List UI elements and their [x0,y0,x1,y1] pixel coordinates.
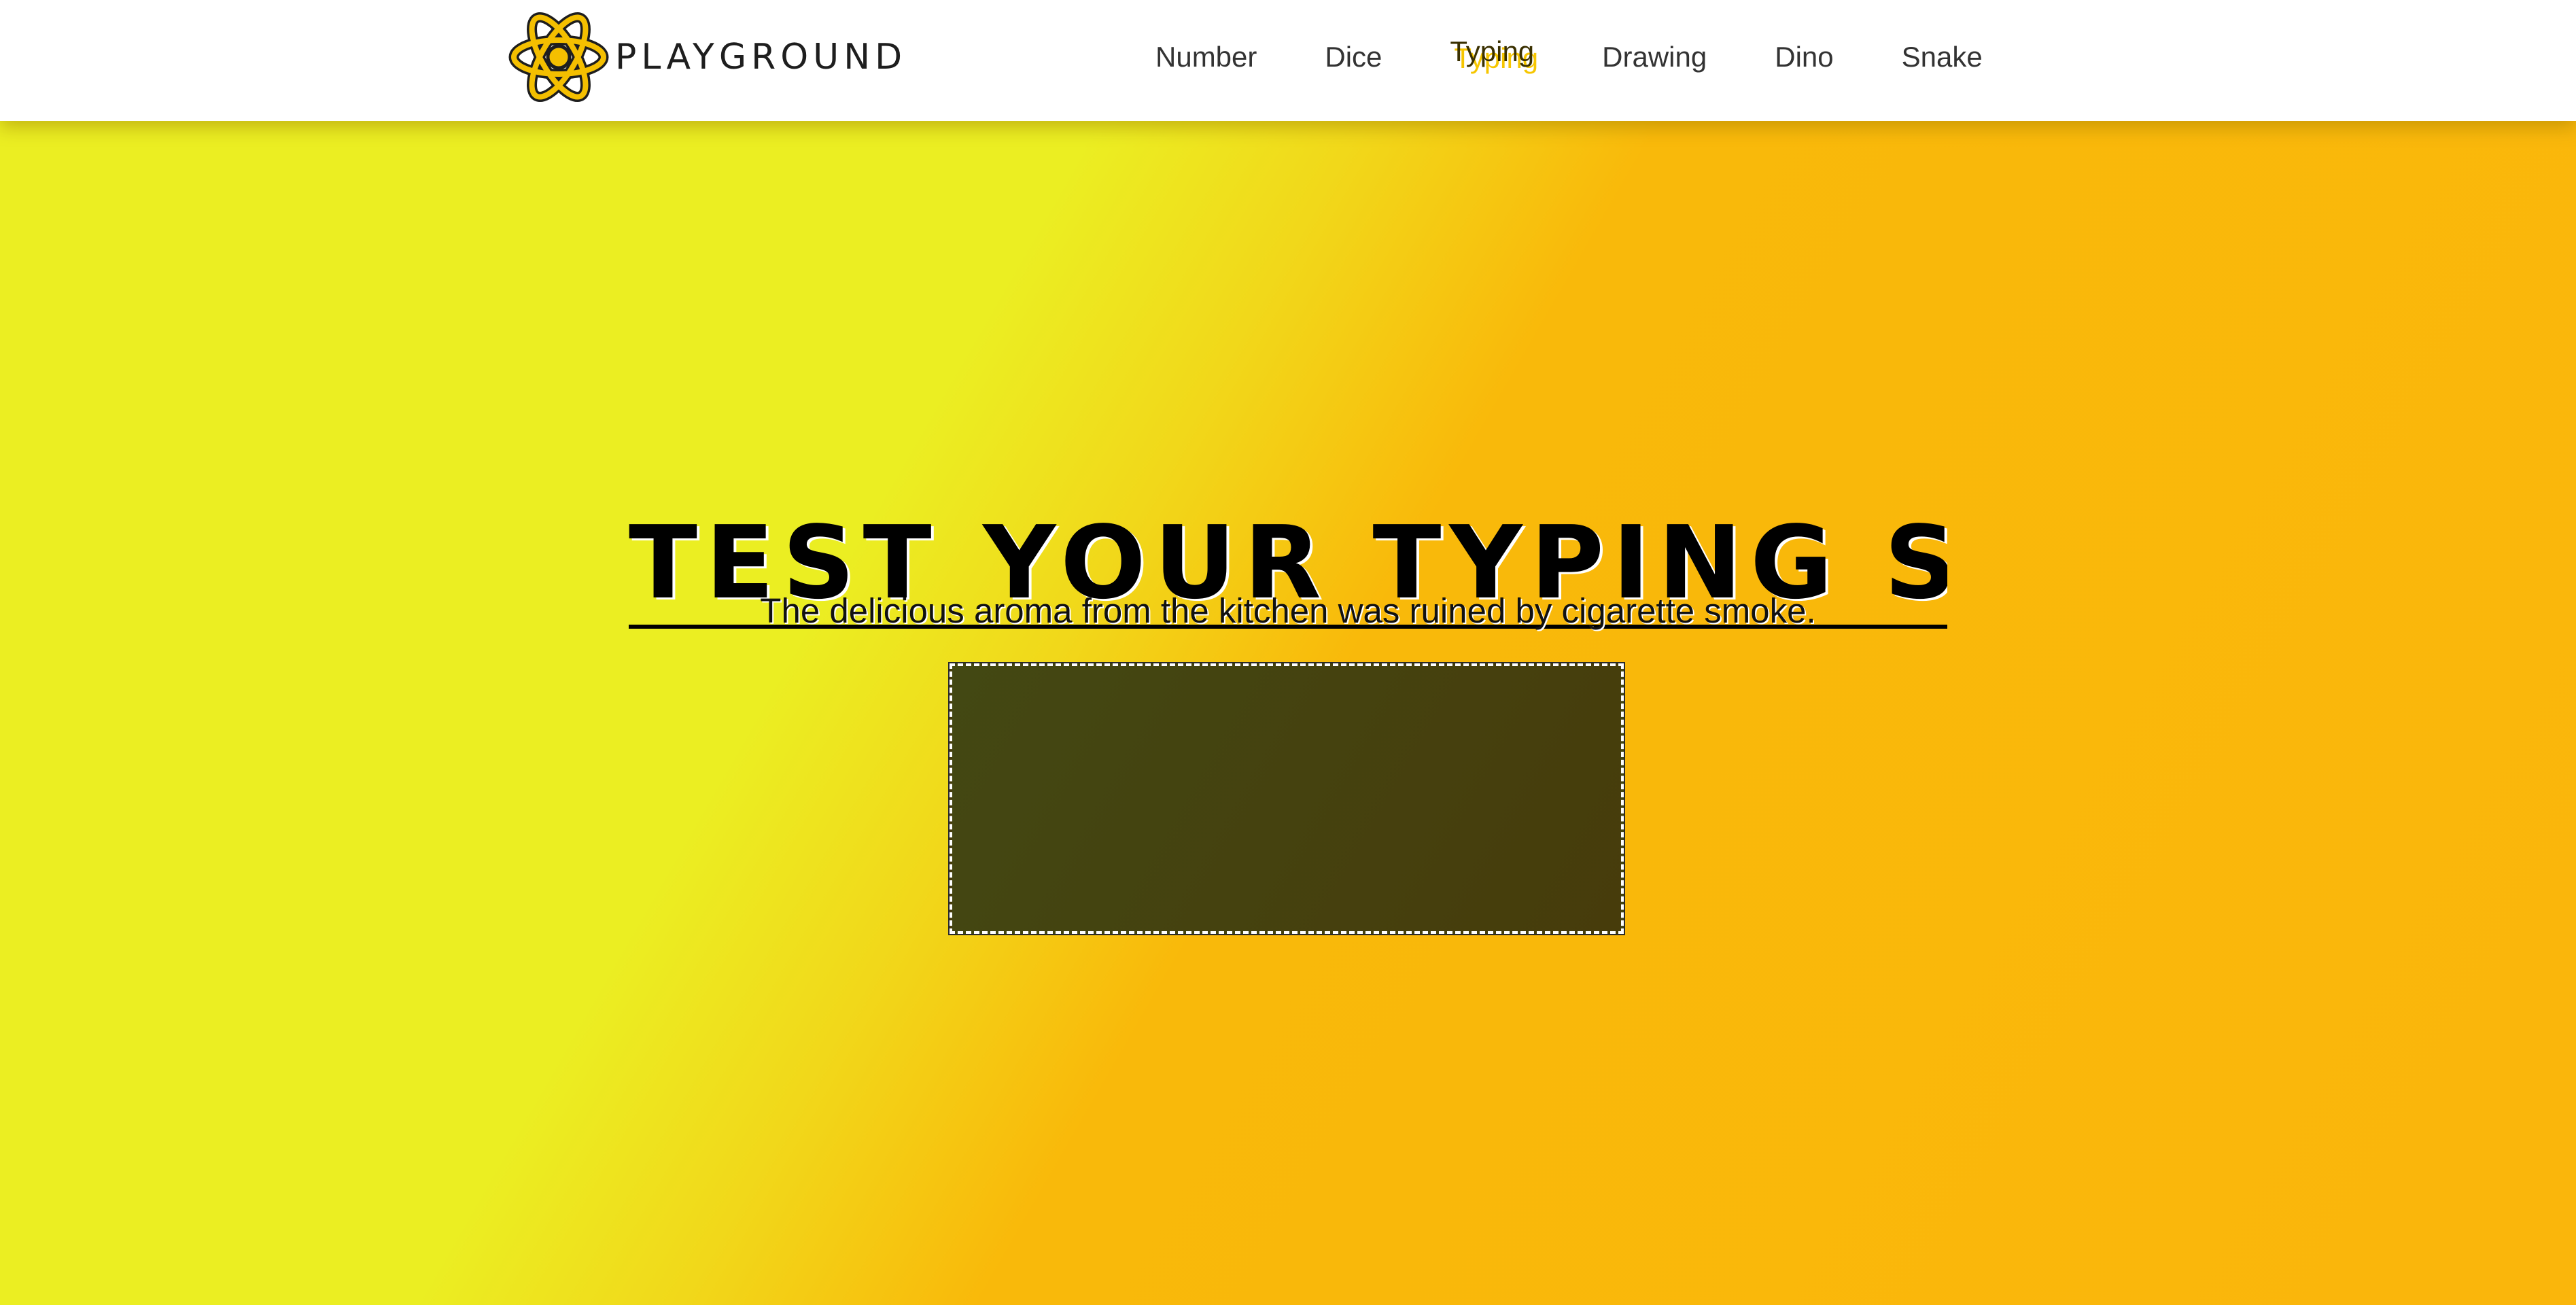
top-navbar: PLAYGROUND Number Dice Typing Drawing Di… [0,0,2576,121]
brand-name: PLAYGROUND [615,37,907,77]
nav-link-dino[interactable]: Dino [1775,41,1833,73]
nav-link-snake[interactable]: Snake [1902,41,1983,73]
brand[interactable]: PLAYGROUND [506,10,907,105]
nav-link-drawing[interactable]: Drawing [1602,41,1707,73]
nav-link-number[interactable]: Number [1155,41,1257,73]
typing-area[interactable] [948,662,1625,935]
nav-link-dice[interactable]: Dice [1325,41,1382,73]
nav-link-typing[interactable]: Typing [1450,35,1534,68]
typing-hero: TEST YOUR TYPING SP| The delicious aroma… [0,121,2576,1305]
main-nav: Number Dice Typing Drawing Dino Snake [1155,0,2051,114]
target-sentence: The delicious aroma from the kitchen was… [760,591,1816,630]
typing-input[interactable] [952,666,1621,931]
atom-icon [508,12,609,103]
